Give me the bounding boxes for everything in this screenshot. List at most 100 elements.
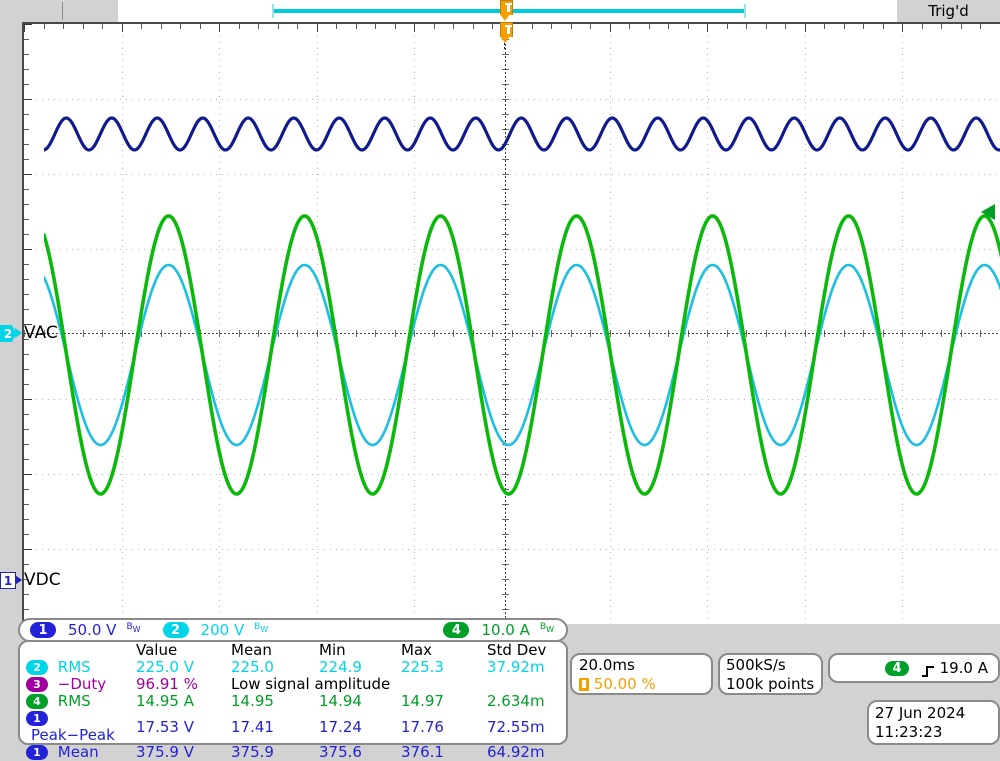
measurement-name: −Duty xyxy=(58,675,106,693)
measurement-min: 375.6 xyxy=(319,744,401,761)
channel-1-bandwidth-icon: BW xyxy=(126,623,140,634)
measurement-row[interactable]: 1 Peak−Peak17.53 V17.4117.2417.7672.55m xyxy=(20,710,566,744)
timebase-position: 50.00 % xyxy=(594,675,656,693)
measurement-table[interactable]: Value Mean Min Max Std Dev 2 RMS225.0 V2… xyxy=(18,640,568,745)
channel-2-badge[interactable]: 2 xyxy=(163,622,189,638)
measurement-table-head: Value Mean Min Max Std Dev xyxy=(20,642,566,659)
measurement-value: 14.95 A xyxy=(136,693,231,710)
channel-1-marker-arrow xyxy=(15,575,22,585)
measurement-name-cell: 1 Mean xyxy=(20,744,136,761)
measurement-max: 376.1 xyxy=(401,744,487,761)
measurement-table-body: 2 RMS225.0 V225.0224.9225.337.92m 3 −Dut… xyxy=(20,659,566,761)
measurement-source-badge: 1 xyxy=(26,711,48,726)
measurement-header-row: Value Mean Min Max Std Dev xyxy=(20,642,566,659)
measurement-name-cell: 3 −Duty xyxy=(20,676,136,693)
oscilloscope-screen: Trig'd 2 VAC 1 xyxy=(0,0,1000,750)
measurement-mean: 14.95 xyxy=(231,693,319,710)
record-length-tick xyxy=(62,2,63,20)
trigger-position-marker-top[interactable] xyxy=(498,0,513,21)
datetime-panel: 27 Jun 2024 11:23:23 xyxy=(867,700,1000,745)
measurement-row[interactable]: 4 RMS14.95 A14.9514.9414.972.634m xyxy=(20,693,566,710)
trigger-level: 19.0 A xyxy=(940,659,988,678)
measurement-std: 2.634m xyxy=(487,693,566,710)
measurement-name-cell: 4 RMS xyxy=(20,693,136,710)
record-length: 100k points xyxy=(720,675,821,694)
channel-1-badge[interactable]: 1 xyxy=(30,622,56,638)
measurement-name: Peak−Peak xyxy=(31,726,115,744)
measurement-row[interactable]: 1 Mean375.9 V375.9375.6376.164.92m xyxy=(20,744,566,761)
timebase-panel[interactable]: 20.0ms 50.00 % xyxy=(570,653,713,695)
measurement-source-badge: 1 xyxy=(26,745,48,760)
graticule xyxy=(22,22,1000,624)
acquisition-panel[interactable]: 500kS/s 100k points xyxy=(718,653,823,695)
measurement-mean: 225.0 xyxy=(231,659,319,676)
measurement-row[interactable]: 2 RMS225.0 V225.0224.9225.337.92m xyxy=(20,659,566,676)
measurement-header-min: Min xyxy=(319,642,401,659)
rising-edge-svg xyxy=(921,664,935,678)
measurement-mean: 375.9 xyxy=(231,744,319,761)
measurement-max: 17.76 xyxy=(401,710,487,744)
trigger-marker-tip-2 xyxy=(500,36,510,43)
measurement-header-mean: Mean xyxy=(231,642,319,659)
zoom-window-left-handle[interactable] xyxy=(272,4,274,18)
measurement-max: 14.97 xyxy=(401,693,487,710)
trigger-marker-t-stem-2 xyxy=(507,25,510,34)
channel-2-marker-badge: 2 xyxy=(0,325,16,342)
waveform-traces xyxy=(44,44,1000,646)
channel-2-marker-arrow xyxy=(15,328,22,338)
measurement-header-std: Std Dev xyxy=(487,642,566,659)
timebase-scale: 20.0ms xyxy=(572,655,711,675)
trigger-marker-tip xyxy=(500,14,510,21)
waveform-trace-0 xyxy=(44,118,1000,150)
measurement-name-cell: 2 RMS xyxy=(20,659,136,676)
channel-2-bandwidth-icon: BW xyxy=(254,623,268,634)
measurement-row[interactable]: 3 −Duty96.91 %Low signal amplitude xyxy=(20,676,566,693)
waveform-layer xyxy=(44,44,1000,646)
measurement-min: 14.94 xyxy=(319,693,401,710)
channel-1-label: VDC xyxy=(24,572,61,589)
measurement-source-badge: 3 xyxy=(26,677,48,692)
timebase-position-row: 50.00 % xyxy=(572,675,711,694)
trigger-marker-t-stem xyxy=(507,3,510,12)
channel-scale-bar: 150.0 VBW2200 VBW410.0 ABW xyxy=(18,618,568,642)
measurement-value: 96.91 % xyxy=(136,676,231,693)
trigger-position-icon xyxy=(579,678,589,691)
measurement-table-grid: Value Mean Min Max Std Dev 2 RMS225.0 V2… xyxy=(20,642,566,761)
measurement-value: 375.9 V xyxy=(136,744,231,761)
measurement-value: 225.0 V xyxy=(136,659,231,676)
measurement-header-blank xyxy=(20,642,136,659)
measurement-name: RMS xyxy=(58,658,91,676)
channel-4-badge[interactable]: 4 xyxy=(443,622,469,638)
channel-2-scale: 200 V xyxy=(201,623,245,638)
trigger-source-badge: 4 xyxy=(885,661,909,676)
zoom-window-right-handle[interactable] xyxy=(744,4,746,18)
trigger-status: Trig'd xyxy=(897,1,1000,21)
measurement-source-badge: 4 xyxy=(26,694,48,709)
trigger-level-marker[interactable] xyxy=(981,204,995,220)
measurement-header-value: Value xyxy=(136,642,231,659)
measurement-std: 72.55m xyxy=(487,710,566,744)
time-text: 11:23:23 xyxy=(869,723,998,742)
measurement-std: 37.92m xyxy=(487,659,566,676)
rising-edge-icon xyxy=(921,663,935,677)
measurement-name-cell: 1 Peak−Peak xyxy=(20,710,136,744)
channel-1-scale: 50.0 V xyxy=(68,623,116,638)
measurement-std: 64.92m xyxy=(487,744,566,761)
channel-2-position-marker[interactable]: 2 xyxy=(0,325,22,342)
measurement-name: Mean xyxy=(58,743,99,761)
measurement-source-badge: 2 xyxy=(26,660,48,675)
channel-2-label: VAC xyxy=(24,325,58,342)
channel-4-scale: 10.0 A xyxy=(481,623,529,638)
trigger-marker-body xyxy=(500,0,513,15)
sample-rate: 500kS/s xyxy=(720,655,821,675)
trigger-position-dashline xyxy=(504,43,505,51)
measurement-note: Low signal amplitude xyxy=(231,676,566,693)
trigger-panel[interactable]: 4 19.0 A xyxy=(828,653,1000,683)
trigger-panel-row: 4 19.0 A xyxy=(830,655,998,681)
date-text: 27 Jun 2024 xyxy=(869,702,998,723)
measurement-value: 17.53 V xyxy=(136,710,231,744)
trigger-position-marker-grid[interactable] xyxy=(498,22,513,43)
channel-1-position-marker[interactable]: 1 xyxy=(0,572,22,589)
trigger-marker-body-2 xyxy=(500,22,513,37)
measurement-min: 17.24 xyxy=(319,710,401,744)
